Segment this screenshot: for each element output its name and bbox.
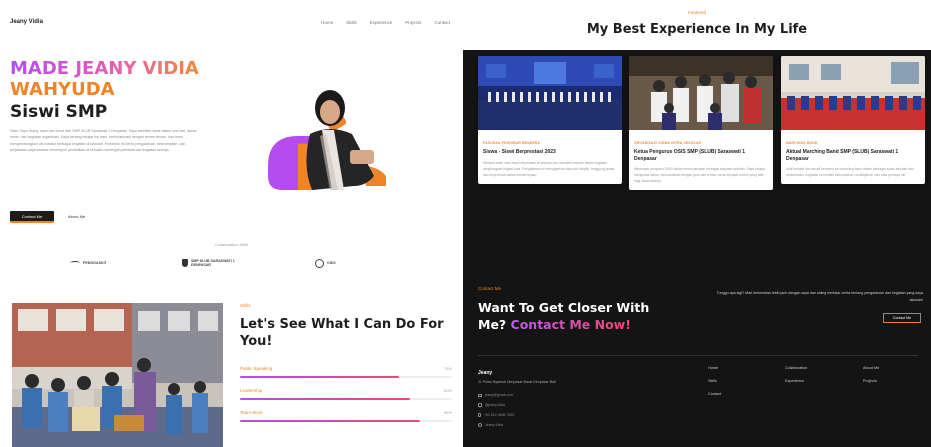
footer-instagram[interactable]: @jeany.vidia (478, 403, 628, 407)
experience-card-description: Aktif berlatih dan tampil bersama tim ma… (786, 167, 914, 177)
portfolio-landing-left: Jeany Vidia Home Skills Experience Proje… (0, 0, 463, 447)
footer-email[interactable]: jeany@gmail.com (478, 393, 628, 397)
nav-link-skills[interactable]: Skills (346, 20, 357, 25)
hero-name-line1: MADE JEANY VIDIA (10, 58, 199, 79)
brand-logo-text[interactable]: Jeany Vidia (10, 19, 43, 25)
experience-card-body: PASUKAN PENGIBAR BENDERA Siswa - Siswi B… (478, 135, 622, 184)
collab-logo-2-text: SMP SLUB SARASWATI 1 DENPASAR (191, 258, 235, 268)
footer-social-text: Jeany Vidia (485, 423, 504, 427)
hero-name: MADE JEANY VIDIA WAHYUDA (10, 58, 199, 100)
hero-contact-button[interactable]: Contact Me (10, 211, 54, 223)
collab-logo-1-text: PENGGASKIT (83, 261, 107, 265)
hero-name-line2: WAHYUDA (10, 79, 115, 100)
experience-card-3-image (781, 56, 925, 130)
skill-label: Team Work (240, 410, 263, 415)
cta-title-highlight: Contact Me Now! (510, 317, 631, 332)
experience-card-title: Siswa - Siswi Berprestasi 2023 (483, 149, 556, 155)
portfolio-landing-right: Featured My Best Experience In My Life P… (463, 0, 931, 447)
top-navbar: Jeany Vidia Home Skills Experience Proje… (10, 19, 450, 31)
hero-role: Siswi SMP (10, 102, 108, 122)
experience-card-1[interactable]: PASUKAN PENGIBAR BENDERA Siswa - Siswi B… (478, 56, 622, 184)
footer-name: Jeany (478, 370, 493, 376)
skill-label: Leadership (240, 388, 263, 393)
phone-icon (478, 413, 481, 417)
footer-social[interactable]: Jeany Vidia (478, 423, 628, 427)
skill-item-public-speaking: Public Speaking 75% (240, 366, 452, 378)
collab-logo-2: SMP SLUB SARASWATI 1 DENPASAR (182, 254, 251, 272)
instagram-icon (478, 403, 482, 407)
skill-bar-fill (240, 420, 421, 422)
experience-card-title: Aktual Marching Band SMP (SLUB) Saraswat… (786, 149, 899, 162)
nav-link-experience[interactable]: Experience (370, 20, 393, 25)
experience-card-body: ORGANISASI SISWA INTRA SEKOLAH Ketua Pen… (629, 135, 773, 190)
cta-title: Want To Get Closer With Me? Contact Me N… (478, 299, 678, 333)
footer-link-skills[interactable]: Skills (708, 379, 721, 383)
footer-phone[interactable]: +62 812 3456 7890 (478, 413, 628, 417)
experience-card-2-image (629, 56, 773, 130)
cta-title-line1: Want To Get Closer With (478, 300, 650, 315)
footer-links-col1: Home Skills Contact (708, 366, 721, 405)
collab-logo-3-text: OSIS (327, 261, 336, 265)
footer-instagram-text: @jeany.vidia (485, 403, 505, 407)
skill-bar-fill (240, 376, 399, 378)
skill-item-team-work: Team Work 85% (240, 410, 452, 422)
footer-link-projects[interactable]: Projects (863, 379, 879, 383)
hero-paragraph: Halo! Saya Jeany, siswi dari Ubud dan SM… (10, 129, 197, 153)
experience-card-2[interactable]: ORGANISASI SISWA INTRA SEKOLAH Ketua Pen… (629, 56, 773, 190)
footer-links-col3: About Me Projects (863, 366, 879, 392)
skills-section-tag: Skills (240, 303, 251, 308)
footer-link-experience[interactable]: Experience (785, 379, 807, 383)
experience-section-tag: Featured (687, 10, 706, 15)
wave-logo-icon (70, 261, 80, 265)
footer-phone-text: +62 812 3456 7890 (484, 413, 515, 417)
user-icon (478, 423, 482, 427)
mail-icon (478, 393, 482, 397)
hero-about-link[interactable]: About Me (68, 214, 85, 219)
footer-divider (478, 355, 918, 356)
skill-bar-fill (240, 398, 410, 400)
nav-link-projects[interactable]: Projects (405, 20, 421, 25)
cta-description: Tunggu apa lagi? Mari berkenalan lebih j… (716, 291, 923, 302)
experience-card-tag: ORGANISASI SISWA INTRA SEKOLAH (634, 141, 702, 145)
footer-link-collaboration[interactable]: Collaboration (785, 366, 807, 370)
footer-link-home[interactable]: Home (708, 366, 721, 370)
skill-percent: 85% (443, 410, 452, 415)
collaboration-heading: Collaboration With (215, 242, 248, 247)
nav-link-home[interactable]: Home (321, 20, 333, 25)
experience-card-body: MARCHING BAND Aktual Marching Band SMP (… (781, 135, 925, 184)
footer-email-text: jeany@gmail.com (485, 393, 513, 397)
experience-card-1-image (478, 56, 622, 130)
skill-percent: 80% (443, 388, 452, 393)
cta-title-line2-plain: Me? (478, 317, 511, 332)
nav-links: Home Skills Experience Projects Contact (321, 20, 450, 25)
footer-link-about[interactable]: About Me (863, 366, 879, 370)
experience-card-description: Menjadi salah satu siswi berprestasi di … (483, 160, 616, 177)
hero-portrait-image (268, 90, 386, 190)
experience-card-3[interactable]: MARCHING BAND Aktual Marching Band SMP (… (781, 56, 925, 184)
cta-section-tag: Contact Me (478, 286, 502, 291)
footer-links-col2: Collaboration Experience (785, 366, 807, 392)
skill-percent: 75% (443, 366, 452, 371)
skill-label: Public Speaking (240, 366, 273, 371)
nav-link-contact[interactable]: Contact (434, 20, 450, 25)
skill-track (240, 420, 452, 422)
footer-link-contact[interactable]: Contact (708, 392, 721, 396)
skill-item-leadership: Leadership 80% (240, 388, 452, 400)
skill-track (240, 398, 452, 400)
collab-logo-1: PENGGASKIT (70, 254, 107, 272)
experience-card-tag: PASUKAN PENGIBAR BENDERA (483, 141, 541, 145)
experience-section-title: My Best Experience In My Life (586, 22, 808, 37)
collab-logo-3: OSIS (315, 254, 336, 272)
osis-emblem-icon (315, 258, 324, 268)
school-crest-icon (182, 259, 188, 267)
collaboration-logos: PENGGASKIT SMP SLUB SARASWATI 1 DENPASAR… (70, 254, 370, 272)
experience-card-description: Memimpin pengurus OSIS dalam merencanaka… (634, 167, 765, 183)
skills-group-photo (12, 303, 223, 447)
experience-card-tag: MARCHING BAND (786, 141, 818, 145)
skill-track (240, 376, 452, 378)
cta-contact-button[interactable]: Contact Me (883, 313, 921, 323)
experience-card-title: Ketua Pengurus OSIS SMP (SLUB) Saraswati… (634, 149, 746, 162)
skills-section-title: Let's See What I Can Do For You! (240, 317, 444, 349)
footer-address: Jl. Pulau Nyamuk Denpasar Barat Denpasar… (478, 380, 556, 384)
